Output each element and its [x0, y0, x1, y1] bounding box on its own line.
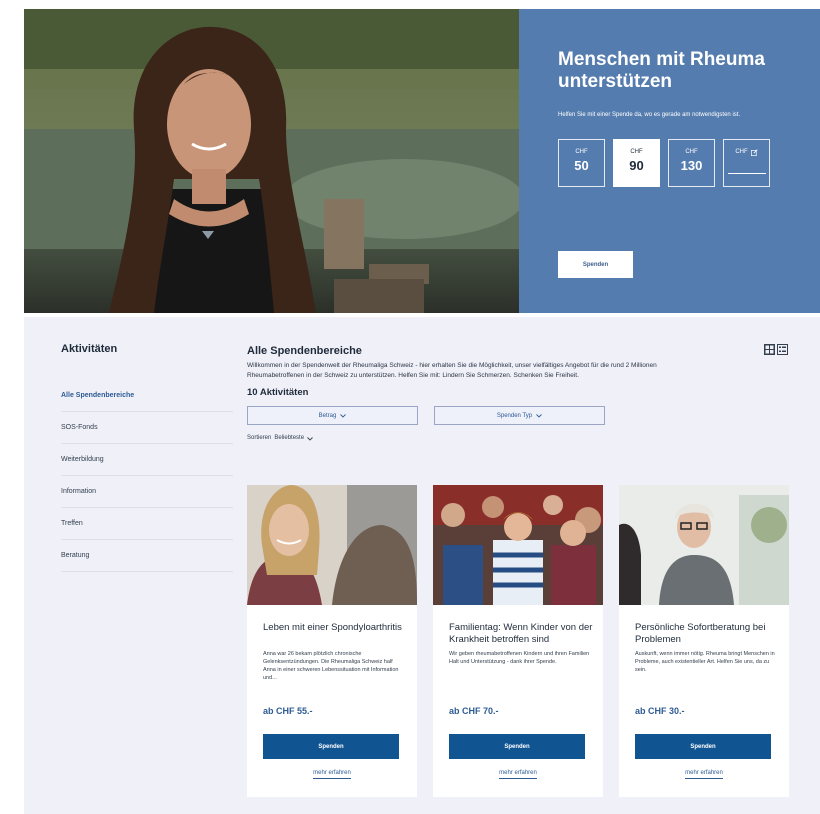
chevron-down-icon: [340, 413, 347, 418]
card-title: Familientag: Wenn Kinder von der Krankhe…: [449, 622, 593, 645]
hero-subtitle: Helfen Sie mit einer Spende da, wo es ge…: [558, 112, 741, 118]
card-text: Auskunft, wenn immer nötig. Rheuma bring…: [635, 651, 775, 673]
hero-photo: [24, 9, 519, 313]
activity-card[interactable]: Leben mit einer Spondyloarthritis Anna w…: [247, 485, 417, 797]
amount-currency: CHF: [735, 149, 748, 155]
card-image: [247, 485, 417, 605]
card-photo-illustration: [433, 485, 603, 605]
custom-amount-underline: [727, 173, 766, 174]
card-more-link[interactable]: mehr erfahren: [313, 770, 351, 779]
card-photo-illustration: [247, 485, 417, 605]
activity-cards: Leben mit einer Spondyloarthritis Anna w…: [247, 485, 789, 797]
card-more-link-wrapper: mehr erfahren: [433, 770, 603, 779]
filter-bar: Betrag Spenden Typ: [247, 406, 807, 425]
donation-panel: Menschen mit Rheuma unterstützen Helfen …: [519, 9, 820, 313]
card-price: ab CHF 70.-: [449, 706, 499, 716]
page-title: Alle Spendenbereiche: [247, 345, 362, 357]
amount-currency: CHF: [630, 149, 643, 155]
hero-donate-button[interactable]: Spenden: [558, 251, 633, 278]
card-more-link-wrapper: mehr erfahren: [247, 770, 417, 779]
sidebar-item-weiterbildung[interactable]: Weiterbildung: [61, 444, 233, 476]
card-title: Persönliche Sofortberatung bei Problemen: [635, 622, 766, 645]
amount-currency: CHF: [685, 149, 698, 155]
custom-amount-input[interactable]: CHF: [723, 139, 770, 187]
amount-options: CHF 50 CHF 90 CHF 130 CHF: [558, 139, 770, 187]
card-price: ab CHF 30.-: [635, 706, 685, 716]
chevron-down-icon: [307, 437, 313, 441]
sort-dropdown[interactable]: Sortieren Beliebteste: [247, 435, 807, 441]
activity-count: 10 Aktivitäten: [247, 387, 309, 398]
filter-label: Spenden Typ: [496, 412, 533, 419]
amount-option-130[interactable]: CHF 130: [668, 139, 715, 187]
hero-title: Menschen mit Rheuma unterstützen: [558, 49, 765, 92]
card-donate-button[interactable]: Spenden: [635, 734, 771, 759]
filter-label: Betrag: [318, 412, 337, 419]
card-image: [619, 485, 789, 605]
sidebar-item-beratung[interactable]: Beratung: [61, 540, 233, 572]
filter-spenden-typ-dropdown[interactable]: Spenden Typ: [434, 406, 605, 425]
sort-value: Beliebteste: [274, 435, 305, 441]
amount-currency: CHF: [575, 149, 588, 155]
card-text: Wir geben rheumabetroffenen Kindern und …: [449, 651, 590, 665]
sidebar: Aktivitäten Alle Spendenbereiche SOS-Fon…: [61, 343, 233, 572]
activity-card[interactable]: Persönliche Sofortberatung bei Problemen…: [619, 485, 789, 797]
hero-section: Menschen mit Rheuma unterstützen Helfen …: [24, 9, 820, 313]
sidebar-title: Aktivitäten: [61, 343, 118, 355]
chevron-down-icon: [536, 413, 542, 418]
hero-photo-illustration: [24, 9, 519, 313]
main-content: Alle Spendenbereiche Willkommen in der S…: [247, 345, 807, 441]
sidebar-item-alle-spendenbereiche[interactable]: Alle Spendenbereiche: [61, 387, 233, 412]
card-text: Anna war 26 bekam plötzlich chronische G…: [263, 651, 399, 681]
custom-amount-label: CHF: [735, 149, 758, 156]
card-more-link[interactable]: mehr erfahren: [685, 770, 723, 779]
card-photo-illustration: [619, 485, 789, 605]
sidebar-item-information[interactable]: Information: [61, 476, 233, 508]
activities-section: Aktivitäten Alle Spendenbereiche SOS-Fon…: [24, 317, 820, 814]
activity-card[interactable]: Familientag: Wenn Kinder von der Krankhe…: [433, 485, 603, 797]
sidebar-item-treffen[interactable]: Treffen: [61, 508, 233, 540]
card-title: Leben mit einer Spondyloarthritis: [263, 622, 402, 633]
card-image: [433, 485, 603, 605]
sidebar-item-sos-fonds[interactable]: SOS-Fonds: [61, 412, 233, 444]
card-more-link[interactable]: mehr erfahren: [499, 770, 537, 779]
amount-option-90[interactable]: CHF 90: [613, 139, 660, 187]
amount-value: 90: [629, 158, 644, 173]
card-donate-button[interactable]: Spenden: [449, 734, 585, 759]
card-price: ab CHF 55.-: [263, 706, 313, 716]
card-more-link-wrapper: mehr erfahren: [619, 770, 789, 779]
amount-value: 50: [574, 158, 589, 173]
filter-betrag-dropdown[interactable]: Betrag: [247, 406, 418, 425]
card-donate-button[interactable]: Spenden: [263, 734, 399, 759]
edit-icon: [750, 149, 758, 156]
amount-option-50[interactable]: CHF 50: [558, 139, 605, 187]
amount-value: 130: [680, 158, 703, 173]
page-description: Willkommen in der Spendenwelt der Rheuma…: [247, 362, 657, 379]
sort-label: Sortieren: [247, 435, 272, 441]
